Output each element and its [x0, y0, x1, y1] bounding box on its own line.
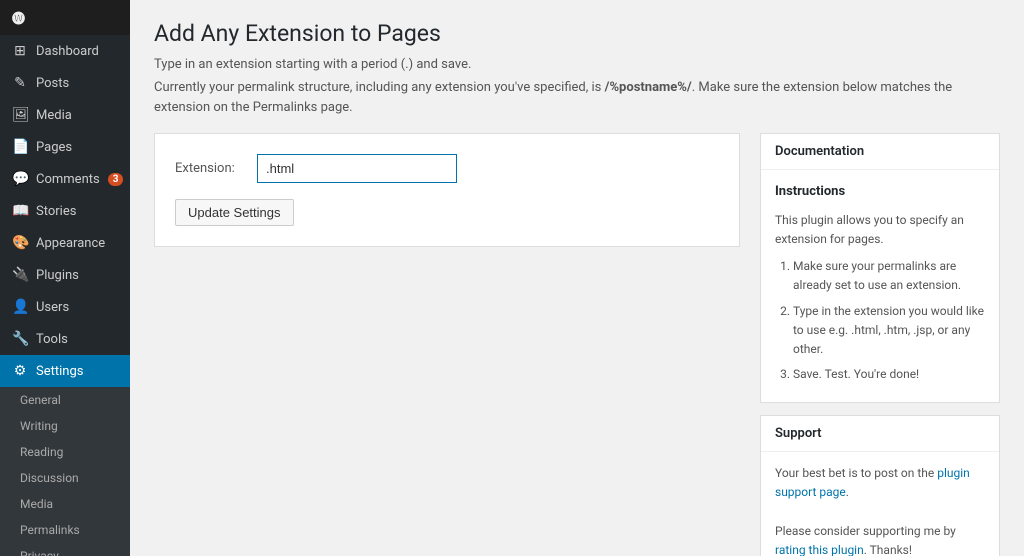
support-card: Support Your best bet is to post on the …	[760, 415, 1000, 556]
appearance-icon: 🎨	[12, 235, 28, 251]
sidebar-item-label: Plugins	[36, 268, 79, 283]
sidebar-item-label: Posts	[36, 76, 69, 91]
sidebar-item-label: Settings	[36, 364, 83, 379]
info-prefix: Currently your permalink structure, incl…	[154, 80, 605, 95]
sidebar-item-label: Pages	[36, 140, 72, 155]
content-area: Extension: Update Settings Documentation…	[154, 133, 1000, 556]
plugins-icon: 🔌	[12, 267, 28, 283]
extension-label: Extension:	[175, 161, 245, 176]
doc-sidebar: Documentation Instructions This plugin a…	[760, 133, 1000, 556]
sidebar-item-label: Tools	[36, 332, 68, 347]
page-title: Add Any Extension to Pages	[154, 20, 1000, 47]
media-icon: 🖼	[12, 107, 28, 123]
rating-link[interactable]: rating this plugin	[775, 543, 864, 556]
submenu-reading[interactable]: Reading	[0, 439, 130, 465]
sidebar: 🅦 ⊞ Dashboard ✎ Posts 🖼 Media 📄 Pages 💬 …	[0, 0, 130, 556]
step-1: Make sure your permalinks are already se…	[793, 257, 985, 295]
comments-icon: 💬	[12, 171, 28, 187]
extension-input[interactable]	[257, 154, 457, 183]
sidebar-item-label: Users	[36, 300, 69, 315]
sidebar-item-pages[interactable]: 📄 Pages	[0, 131, 130, 163]
sidebar-item-appearance[interactable]: 🎨 Appearance	[0, 227, 130, 259]
tools-icon: 🔧	[12, 331, 28, 347]
update-settings-button[interactable]: Update Settings	[175, 199, 294, 226]
page-subtitle: Type in an extension starting with a per…	[154, 57, 1000, 72]
sidebar-item-label: Appearance	[36, 236, 105, 251]
settings-icon: ⚙	[12, 363, 28, 379]
instructions-title: Instructions	[775, 182, 985, 203]
page-info: Currently your permalink structure, incl…	[154, 78, 1000, 117]
support-header: Support	[761, 416, 999, 452]
sidebar-item-stories[interactable]: 📖 Stories	[0, 195, 130, 227]
sidebar-item-settings[interactable]: ⚙ Settings	[0, 355, 130, 387]
instructions-steps: Make sure your permalinks are already se…	[775, 257, 985, 384]
sidebar-item-media[interactable]: 🖼 Media	[0, 99, 130, 131]
wp-logo-icon: 🅦	[12, 8, 25, 27]
extension-row: Extension:	[175, 154, 719, 183]
submenu-general[interactable]: General	[0, 387, 130, 413]
sidebar-item-label: Stories	[36, 204, 76, 219]
sidebar-item-posts[interactable]: ✎ Posts	[0, 67, 130, 99]
main-content: Add Any Extension to Pages Type in an ex…	[130, 0, 1024, 556]
submenu-privacy[interactable]: Privacy	[0, 543, 130, 556]
submenu-media[interactable]: Media	[0, 491, 130, 517]
step-3: Save. Test. You're done!	[793, 365, 985, 384]
comments-badge: 3	[108, 173, 124, 186]
documentation-header: Documentation	[761, 134, 999, 170]
support-text: Your best bet is to post on the plugin s…	[775, 464, 985, 502]
sidebar-logo: 🅦	[0, 0, 130, 35]
submenu-permalinks[interactable]: Permalinks	[0, 517, 130, 543]
instructions-body: This plugin allows you to specify an ext…	[775, 211, 985, 249]
stories-icon: 📖	[12, 203, 28, 219]
sidebar-item-label: Media	[36, 108, 72, 123]
sidebar-item-comments[interactable]: 💬 Comments 3	[0, 163, 130, 195]
step-2: Type in the extension you would like to …	[793, 302, 985, 360]
form-card: Extension: Update Settings	[154, 133, 740, 247]
dashboard-icon: ⊞	[12, 43, 28, 59]
submenu-writing[interactable]: Writing	[0, 413, 130, 439]
users-icon: 👤	[12, 299, 28, 315]
support-body: Your best bet is to post on the plugin s…	[761, 452, 999, 556]
sidebar-item-tools[interactable]: 🔧 Tools	[0, 323, 130, 355]
support-text2: Please consider supporting me by rating …	[775, 522, 985, 556]
settings-submenu: General Writing Reading Discussion Media…	[0, 387, 130, 556]
pages-icon: 📄	[12, 139, 28, 155]
sidebar-item-label: Comments	[36, 172, 100, 187]
documentation-body: Instructions This plugin allows you to s…	[761, 170, 999, 402]
submenu-discussion[interactable]: Discussion	[0, 465, 130, 491]
permalink-value: /%postname%/	[605, 80, 692, 95]
posts-icon: ✎	[12, 75, 28, 91]
sidebar-item-plugins[interactable]: 🔌 Plugins	[0, 259, 130, 291]
sidebar-item-label: Dashboard	[36, 44, 99, 59]
sidebar-item-users[interactable]: 👤 Users	[0, 291, 130, 323]
documentation-card: Documentation Instructions This plugin a…	[760, 133, 1000, 403]
sidebar-item-dashboard[interactable]: ⊞ Dashboard	[0, 35, 130, 67]
